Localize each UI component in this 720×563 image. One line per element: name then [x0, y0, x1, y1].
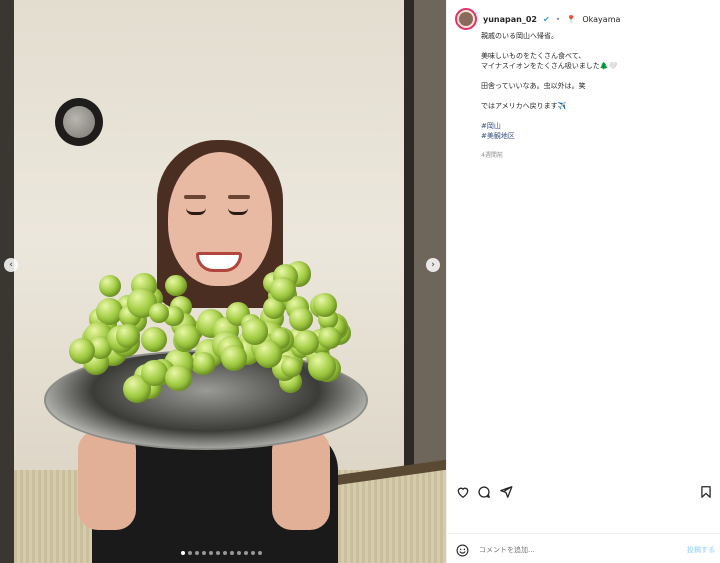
carousel-dot: [251, 551, 255, 555]
username[interactable]: yunapan_02: [483, 15, 537, 24]
carousel-dot: [195, 551, 199, 555]
post-photo[interactable]: ‹ ›: [0, 0, 446, 563]
grape: [69, 337, 95, 364]
grape: [165, 274, 187, 296]
post-sidebar: yunapan_02 ✔ • 📍 Okayama 親戚のいる岡山へ帰省。 美味し…: [446, 0, 720, 563]
wall-frame-left: [0, 0, 14, 563]
caption-line: 田舎っていいなあ。虫以外は。笑: [481, 82, 586, 90]
grape: [221, 345, 247, 372]
grape: [141, 326, 167, 353]
grape: [318, 326, 342, 350]
comment-input[interactable]: [479, 546, 687, 554]
carousel-dot: [209, 551, 213, 555]
grape: [307, 352, 337, 381]
carousel-dot: [188, 551, 192, 555]
caption-line: 親戚のいる岡山へ帰省。: [481, 32, 558, 40]
right-brow: [228, 195, 250, 199]
door-pull: [55, 98, 103, 146]
hashtags: #岡山 #美観地区: [481, 121, 711, 141]
carousel-dot: [230, 551, 234, 555]
location-link[interactable]: Okayama: [582, 15, 620, 24]
carousel-dot: [258, 551, 262, 555]
caption-line: マイナスイオンをたくさん吸いました🌲🤍: [481, 62, 618, 70]
carousel-dot: [216, 551, 220, 555]
post-timestamp[interactable]: 4週間前: [481, 151, 711, 161]
right-arm: [272, 430, 330, 530]
chevron-right-icon[interactable]: ›: [426, 258, 440, 272]
carousel-dot: [202, 551, 206, 555]
grape: [164, 364, 192, 392]
grape: [192, 352, 216, 375]
divider: [447, 533, 720, 534]
action-bar: [447, 484, 720, 504]
carousel-dot: [181, 551, 185, 555]
comment-bar: 投稿する: [455, 541, 715, 559]
carousel-dot: [223, 551, 227, 555]
chevron-left-icon[interactable]: ‹: [4, 258, 18, 272]
post-comment-button[interactable]: 投稿する: [687, 545, 715, 555]
avatar[interactable]: [455, 8, 477, 30]
verified-badge-icon: ✔: [542, 14, 550, 24]
caption-line: ではアメリカへ戻ります✈️: [481, 102, 567, 110]
carousel-dots: [181, 551, 262, 555]
grape: [115, 324, 140, 348]
grape: [270, 276, 296, 303]
comment-icon[interactable]: [476, 484, 492, 500]
post-header: yunapan_02 ✔ • 📍 Okayama: [455, 8, 620, 30]
bookmark-icon[interactable]: [698, 484, 714, 500]
left-arm: [78, 430, 136, 530]
grape: [313, 292, 338, 317]
caption-line: 美味しいものをたくさん食べて、: [481, 52, 586, 60]
grape: [141, 359, 168, 387]
send-icon[interactable]: [498, 484, 514, 500]
header-separator: •: [555, 14, 561, 24]
location-pin-icon: 📍: [566, 14, 577, 24]
grape: [242, 318, 269, 345]
left-brow: [184, 195, 206, 199]
post-caption: 親戚のいる岡山へ帰省。 美味しいものをたくさん食べて、 マイナスイオンをたくさん…: [481, 31, 711, 161]
door-edge: [404, 0, 414, 480]
grape: [148, 302, 170, 323]
carousel-dot: [237, 551, 241, 555]
grape: [289, 306, 314, 331]
grape: [294, 329, 319, 355]
hashtag-link[interactable]: #岡山: [481, 121, 711, 131]
grape: [281, 356, 302, 378]
smiley-icon[interactable]: [455, 543, 469, 557]
carousel-dot: [244, 551, 248, 555]
grape: [174, 323, 200, 350]
hashtag-link[interactable]: #美観地区: [481, 131, 711, 141]
heart-icon[interactable]: [455, 484, 471, 500]
